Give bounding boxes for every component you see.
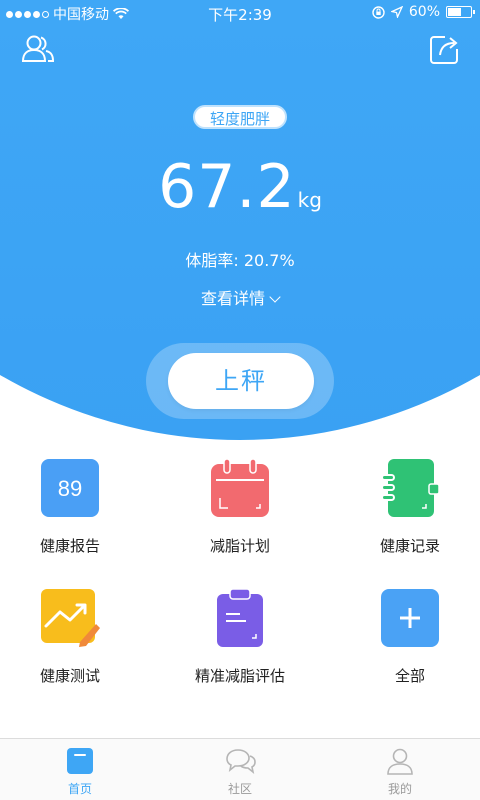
tab-profile[interactable]: 我的 <box>320 739 480 800</box>
tab-home[interactable]: 首页 <box>0 739 160 800</box>
feature-label: 健康记录 <box>379 537 440 555</box>
body-fat-rate: 体脂率: 20.7% <box>0 247 480 271</box>
view-details-label: 查看详情 <box>200 289 265 308</box>
feature-label: 精准减脂评估 <box>194 667 285 685</box>
weight-value: 67.2 <box>158 152 296 222</box>
feature-health-test[interactable]: 健康测试 <box>10 585 130 695</box>
battery-percent: 60% <box>408 4 440 20</box>
tab-bar: 首页 社区 我的 <box>0 738 480 800</box>
share-button[interactable] <box>426 32 462 68</box>
scale-icon <box>66 747 94 775</box>
status-bar: 中国移动 下午2:39 60% <box>0 0 480 26</box>
body-fat-label: 体脂率: <box>185 251 239 270</box>
trend-chart-icon <box>40 588 100 648</box>
person-icon <box>386 747 414 775</box>
body-fat-value: 20.7% <box>243 251 295 270</box>
status-right: 60% <box>372 4 475 20</box>
report-89-icon: 89 <box>40 458 100 518</box>
feature-label: 全部 <box>394 667 425 685</box>
users-button[interactable] <box>20 32 56 68</box>
feature-health-report[interactable]: 89 健康报告 <box>10 455 130 565</box>
weight-display: 67.2 kg <box>0 152 480 222</box>
share-icon <box>430 36 458 64</box>
tab-label: 我的 <box>387 782 412 796</box>
report-score-text: 89 <box>58 476 82 501</box>
weigh-button[interactable]: 上秤 <box>168 353 314 409</box>
chevron-down-icon <box>269 291 281 303</box>
feature-label: 健康测试 <box>39 667 100 685</box>
users-icon <box>21 35 55 62</box>
feature-label: 健康报告 <box>39 537 100 555</box>
weight-unit: kg <box>297 188 322 212</box>
chat-bubbles-icon <box>226 747 256 775</box>
tab-community[interactable]: 社区 <box>160 739 320 800</box>
tab-label: 社区 <box>227 782 252 796</box>
view-details-link[interactable]: 查看详情 <box>0 285 480 309</box>
feature-label: 减脂计划 <box>209 537 270 555</box>
battery-icon <box>446 6 475 18</box>
feature-all[interactable]: 全部 <box>350 585 470 695</box>
notebook-icon <box>380 458 440 518</box>
clipboard-icon <box>210 588 270 648</box>
feature-health-records[interactable]: 健康记录 <box>350 455 470 565</box>
plus-icon <box>380 588 440 648</box>
feature-precise-fat-assessment[interactable]: 精准减脂评估 <box>180 585 300 695</box>
tab-label: 首页 <box>67 782 92 796</box>
location-arrow-icon <box>390 6 403 18</box>
calendar-icon <box>210 458 270 518</box>
feature-fat-loss-plan[interactable]: 减脂计划 <box>180 455 300 565</box>
status-badge: 轻度肥胖 <box>193 105 287 129</box>
orientation-lock-icon <box>372 5 385 19</box>
